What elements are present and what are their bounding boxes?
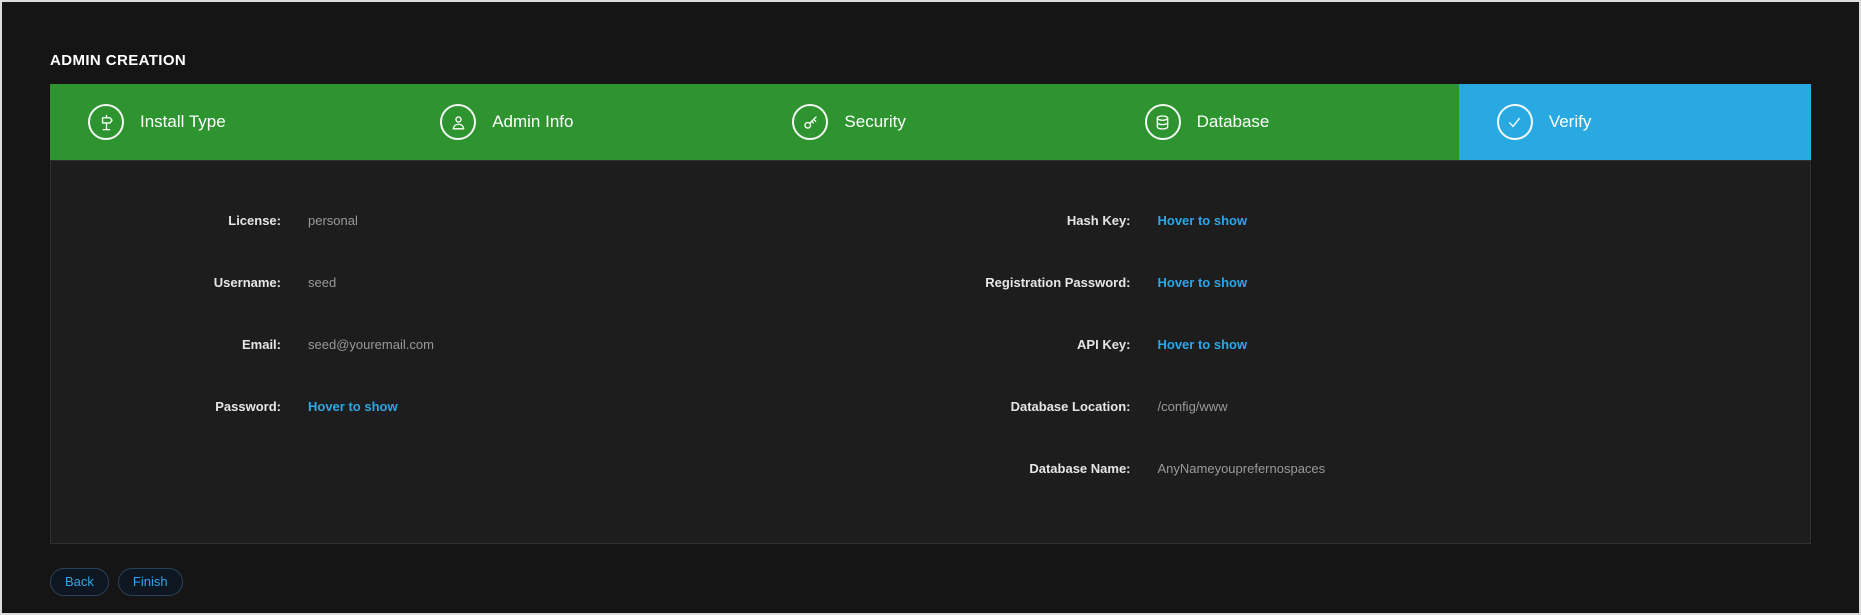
field-value: seed bbox=[281, 273, 336, 292]
field-label: Database Name: bbox=[931, 459, 1131, 478]
field-label: Username: bbox=[51, 273, 281, 292]
verify-summary-panel: License: personal Username: seed Email: … bbox=[50, 160, 1811, 544]
person-icon bbox=[440, 104, 476, 140]
step-admin-info[interactable]: Admin Info bbox=[402, 84, 754, 160]
step-security[interactable]: Security bbox=[754, 84, 1106, 160]
field-label: License: bbox=[51, 211, 281, 230]
summary-row-registration-password: Registration Password: Hover to show bbox=[931, 273, 1811, 292]
app-window: ADMIN CREATION Install Type Admin Info bbox=[0, 0, 1861, 615]
summary-row-database-name: Database Name: AnyNameyouprefernospaces bbox=[931, 459, 1811, 478]
hover-to-show-value[interactable]: Hover to show bbox=[1131, 273, 1248, 292]
step-label: Admin Info bbox=[492, 112, 573, 132]
field-label: Email: bbox=[51, 335, 281, 354]
wizard-stepper: Install Type Admin Info Security bbox=[50, 84, 1811, 160]
field-label: Database Location: bbox=[931, 397, 1131, 416]
summary-row-hash-key: Hash Key: Hover to show bbox=[931, 211, 1811, 230]
summary-row-license: License: personal bbox=[51, 211, 931, 230]
step-label: Install Type bbox=[140, 112, 226, 132]
hover-to-show-value[interactable]: Hover to show bbox=[1131, 211, 1248, 230]
back-button[interactable]: Back bbox=[50, 568, 109, 596]
field-value: AnyNameyouprefernospaces bbox=[1131, 459, 1326, 478]
signpost-icon bbox=[88, 104, 124, 140]
field-label: Registration Password: bbox=[931, 273, 1131, 292]
step-install-type[interactable]: Install Type bbox=[50, 84, 402, 160]
hover-to-show-value[interactable]: Hover to show bbox=[281, 397, 398, 416]
summary-column-right: Hash Key: Hover to show Registration Pas… bbox=[931, 211, 1811, 543]
database-icon bbox=[1145, 104, 1181, 140]
step-database[interactable]: Database bbox=[1107, 84, 1459, 160]
field-value: /config/www bbox=[1131, 397, 1228, 416]
summary-row-api-key: API Key: Hover to show bbox=[931, 335, 1811, 354]
step-label: Verify bbox=[1549, 112, 1592, 132]
field-label: Hash Key: bbox=[931, 211, 1131, 230]
page-title: ADMIN CREATION bbox=[50, 52, 1859, 69]
step-label: Security bbox=[844, 112, 905, 132]
finish-button[interactable]: Finish bbox=[118, 568, 183, 596]
field-label: Password: bbox=[51, 397, 281, 416]
field-label: API Key: bbox=[931, 335, 1131, 354]
summary-row-email: Email: seed@youremail.com bbox=[51, 335, 931, 354]
summary-row-database-location: Database Location: /config/www bbox=[931, 397, 1811, 416]
hover-to-show-value[interactable]: Hover to show bbox=[1131, 335, 1248, 354]
field-value: seed@youremail.com bbox=[281, 335, 434, 354]
check-icon bbox=[1497, 104, 1533, 140]
key-icon bbox=[792, 104, 828, 140]
field-value: personal bbox=[281, 211, 358, 230]
step-verify[interactable]: Verify bbox=[1459, 84, 1811, 160]
summary-column-left: License: personal Username: seed Email: … bbox=[51, 211, 931, 543]
step-label: Database bbox=[1197, 112, 1270, 132]
summary-row-password: Password: Hover to show bbox=[51, 397, 931, 416]
wizard-footer: Back Finish bbox=[50, 568, 1859, 596]
summary-row-username: Username: seed bbox=[51, 273, 931, 292]
